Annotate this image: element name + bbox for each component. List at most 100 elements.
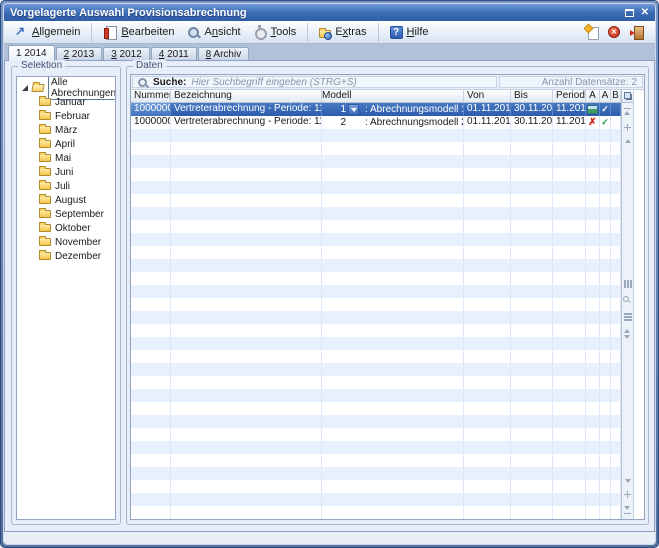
tab[interactable]: 3 2012 xyxy=(103,47,150,60)
menu-item-label: Hilfe xyxy=(407,26,429,38)
cell-periode: 11.2014 xyxy=(553,103,586,116)
scroll-down-icon[interactable] xyxy=(625,479,631,483)
select-columns-button[interactable] xyxy=(622,90,633,103)
modell-number: 2 xyxy=(322,117,346,129)
table-row-empty xyxy=(131,480,621,493)
cell-check-a: ✓ xyxy=(600,116,611,129)
window-inner: Vorgelagerte Auswahl Provisionsabrechnun… xyxy=(4,4,655,544)
tree-item-month[interactable]: Dezember xyxy=(17,249,115,263)
menu-item[interactable]: Ansicht xyxy=(181,23,247,42)
column-header[interactable]: Periode xyxy=(553,90,586,102)
menu-item[interactable]: Hilfe xyxy=(384,23,435,42)
scroll-first-icon[interactable] xyxy=(624,108,631,116)
column-header[interactable]: A xyxy=(586,90,600,102)
table-row-empty xyxy=(131,259,621,272)
abort-icon[interactable] xyxy=(608,26,620,38)
menu-item-label: Allgemein xyxy=(32,26,80,38)
tree-item-month[interactable]: Mai xyxy=(17,151,115,165)
menu-item[interactable]: Extras xyxy=(313,23,378,42)
tree-item-month[interactable]: Februar xyxy=(17,109,115,123)
tree-item-month[interactable]: Juni xyxy=(17,165,115,179)
table-row-empty xyxy=(131,311,621,324)
tree-item-month[interactable]: September xyxy=(17,207,115,221)
tab[interactable]: 8 Archiv xyxy=(198,47,250,60)
record-count-label: Anzahl Datensätze: xyxy=(542,77,629,88)
scroll-up-icon[interactable] xyxy=(625,139,631,143)
tabstrip: 1 2014 2 2013 3 2012 4 2011 8 Archiv xyxy=(4,44,655,60)
table-row-empty xyxy=(131,389,621,402)
exit-door-icon[interactable] xyxy=(630,26,643,39)
extras-folder-icon xyxy=(319,30,331,38)
strip-middle-icons xyxy=(622,280,633,339)
tree-item-label: November xyxy=(55,237,101,248)
tree-item-month[interactable]: Juli xyxy=(17,179,115,193)
column-header[interactable]: Bezeichnung xyxy=(171,90,322,102)
table-row[interactable]: 1000000001 Vertreterabrechnung - Periode… xyxy=(131,116,621,129)
tree-item-month[interactable]: August xyxy=(17,193,115,207)
folder-icon xyxy=(39,98,51,106)
window-title: Vorgelagerte Auswahl Provisionsabrechnun… xyxy=(10,7,625,19)
table-row-empty xyxy=(131,415,621,428)
restore-window-icon[interactable] xyxy=(625,9,634,17)
scroll-last-icon[interactable] xyxy=(624,506,631,514)
tree-root-item[interactable]: Alle Abrechnungen xyxy=(17,81,115,95)
dropdown-button-icon[interactable] xyxy=(348,104,359,115)
record-count-box: Anzahl Datensätze: 2 xyxy=(499,76,643,88)
column-header[interactable]: Modell xyxy=(322,90,464,102)
table-row[interactable]: 1000000000 Vertreterabrechnung - Periode… xyxy=(131,103,621,116)
tools-gear-icon xyxy=(253,26,267,39)
daten-group-label: Daten xyxy=(133,60,166,72)
new-document-icon[interactable] xyxy=(585,26,598,39)
scroll-add-bottom-icon[interactable] xyxy=(624,491,631,498)
tree-item-month[interactable]: November xyxy=(17,235,115,249)
table-row-empty xyxy=(131,506,621,519)
column-header[interactable]: A xyxy=(600,90,611,102)
tree-item-label: Mai xyxy=(55,153,71,164)
menu-item-label: Extras xyxy=(335,26,366,38)
menu-item[interactable]: Bearbeiten xyxy=(97,23,180,42)
selection-group-label: Selektion xyxy=(18,60,65,72)
tree-item-month[interactable]: März xyxy=(17,123,115,137)
cell-nummer: 1000000001 xyxy=(131,116,171,129)
grid-main: Nummer Bezeichnung Modell Von Bis xyxy=(131,90,621,519)
not-posted-status-icon xyxy=(587,118,598,127)
search-input[interactable]: Suche: Hier Suchbegriff eingeben (STRG+S… xyxy=(132,76,497,88)
table-row-empty xyxy=(131,298,621,311)
table-row-empty xyxy=(131,155,621,168)
menu-items: Allgemein Bearbeiten Ansicht Too xyxy=(8,21,585,43)
zoom-icon[interactable] xyxy=(623,296,632,305)
tab[interactable]: 2 2013 xyxy=(56,47,103,60)
table-row-empty xyxy=(131,220,621,233)
tree-item-month[interactable]: Oktober xyxy=(17,221,115,235)
toolbar-right-icons xyxy=(585,26,651,39)
cell-b xyxy=(611,116,621,129)
arrow-northeast-icon xyxy=(14,26,28,39)
column-header[interactable]: Nummer xyxy=(131,90,171,102)
column-header[interactable]: Von xyxy=(464,90,511,102)
folder-icon xyxy=(39,252,51,260)
close-window-icon[interactable]: ✕ xyxy=(641,8,649,18)
grid-side-strip xyxy=(621,90,633,519)
column-header[interactable]: Bis xyxy=(511,90,553,102)
table-row-empty xyxy=(131,168,621,181)
cell-modell: 2 : Abrechnungsmodell 2 xyxy=(322,116,464,129)
cell-bis: 30.11.2014 xyxy=(511,116,553,129)
titlebar[interactable]: Vorgelagerte Auswahl Provisionsabrechnun… xyxy=(4,4,655,21)
tree-item-label: April xyxy=(55,139,75,150)
grid-rows: 1000000000 Vertreterabrechnung - Periode… xyxy=(131,103,621,519)
tab[interactable]: 1 2014 xyxy=(8,45,55,61)
menu-item[interactable]: Tools xyxy=(247,23,309,42)
column-header[interactable]: B xyxy=(611,90,621,102)
expander-icon[interactable] xyxy=(22,85,28,91)
edit-document-icon xyxy=(103,26,117,39)
tab[interactable]: 4 2011 xyxy=(151,47,197,60)
tree-item-month[interactable]: April xyxy=(17,137,115,151)
help-icon xyxy=(390,26,403,39)
menu-item[interactable]: Allgemein xyxy=(8,23,92,42)
modell-number: 1 xyxy=(322,104,346,116)
sort-icon[interactable] xyxy=(624,329,631,339)
scroll-add-top-icon[interactable] xyxy=(624,124,631,131)
check-icon: ✓ xyxy=(601,105,609,114)
columns-icon[interactable] xyxy=(624,280,632,288)
rows-icon[interactable] xyxy=(624,313,632,321)
